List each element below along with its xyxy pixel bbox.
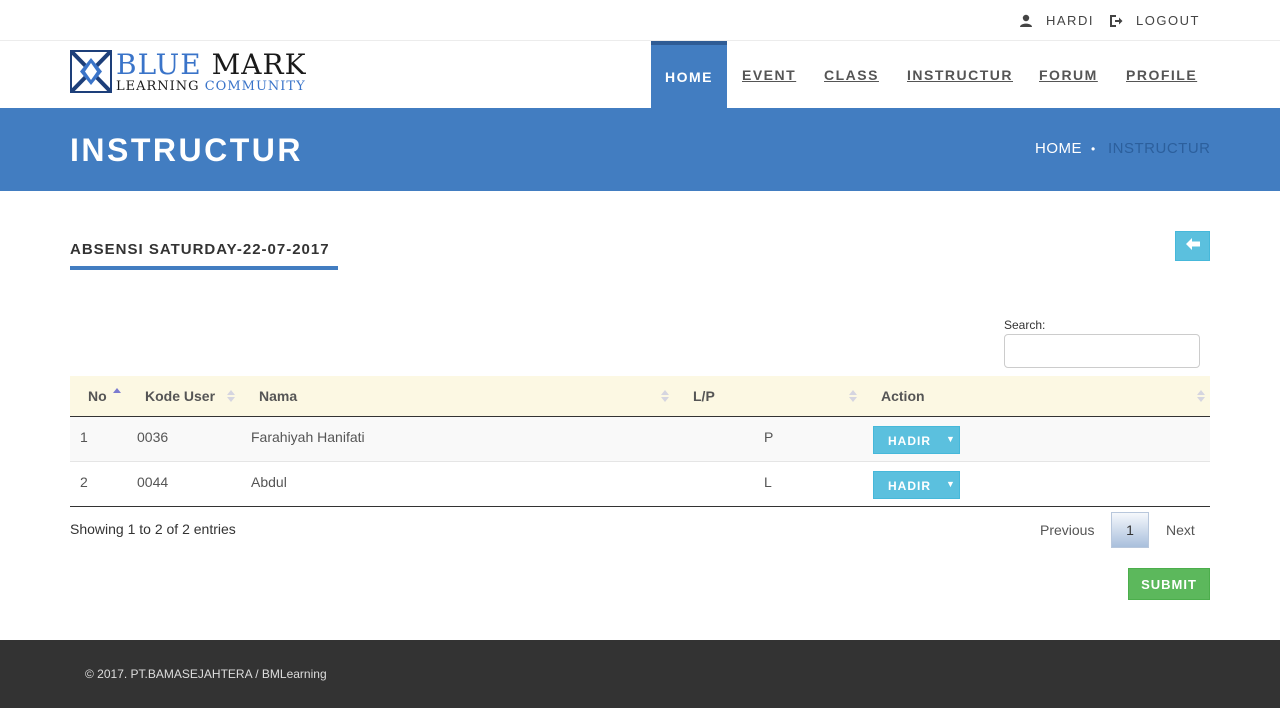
- site-header: BLUE MARK LEARNING COMMUNITY HOME EVENT …: [0, 41, 1280, 108]
- sort-asc-icon: [113, 388, 121, 402]
- table-row: 1 0036 Farahiyah Hanifati P HADIR ▼: [70, 417, 1210, 462]
- cell-lp: P: [764, 429, 774, 445]
- breadcrumb-current: INSTRUCTUR: [1108, 140, 1211, 157]
- cell-lp: L: [764, 474, 772, 490]
- search-input[interactable]: [1004, 334, 1200, 368]
- sort-icon: [849, 390, 857, 404]
- nav-profile[interactable]: PROFILE: [1126, 41, 1197, 108]
- breadcrumb-separator: •: [1091, 142, 1096, 156]
- table-info: Showing 1 to 2 of 2 entries: [70, 521, 236, 537]
- page-title-band: INSTRUCTUR HOME • INSTRUCTUR: [0, 108, 1280, 191]
- back-button[interactable]: [1175, 231, 1210, 261]
- section-title: ABSENSI SATURDAY-22-07-2017: [70, 241, 330, 258]
- table-row: 2 0044 Abdul L HADIR ▼: [70, 462, 1210, 507]
- cell-kode-user: 0036: [137, 429, 169, 445]
- logo-word-blue: BLUE: [116, 48, 202, 81]
- user-icon: [1019, 14, 1033, 28]
- cell-kode-user: 0044: [137, 474, 169, 490]
- top-bar: HARDI LOGOUT: [0, 0, 1280, 41]
- logo-word-learning: LEARNING: [116, 79, 200, 94]
- copyright-text: © 2017. PT.BAMASEJAHTERA / BMLearning: [85, 667, 327, 681]
- column-header-lp[interactable]: L/P: [693, 388, 715, 404]
- attendance-status-dropdown[interactable]: HADIR ▼: [873, 471, 960, 499]
- status-label: HADIR: [888, 434, 931, 448]
- column-header-nama[interactable]: Nama: [259, 388, 297, 404]
- logo-word-mark: MARK: [211, 48, 307, 81]
- nav-class[interactable]: CLASS: [824, 41, 879, 108]
- cell-nama: Farahiyah Hanifati: [251, 429, 365, 445]
- logout-link[interactable]: LOGOUT: [1109, 13, 1200, 28]
- user-label: HARDI: [1046, 13, 1094, 28]
- arrow-left-icon: [1185, 237, 1200, 255]
- cell-nama: Abdul: [251, 474, 287, 490]
- table-header: No Kode User Nama L/P Action: [70, 376, 1210, 417]
- sort-icon: [227, 390, 235, 404]
- logout-icon: [1109, 14, 1123, 28]
- search-label: Search:: [1004, 318, 1046, 332]
- sort-icon: [661, 390, 669, 404]
- section-underline: [70, 266, 338, 270]
- logo[interactable]: BLUE MARK LEARNING COMMUNITY: [70, 50, 310, 94]
- breadcrumb-home[interactable]: HOME: [1035, 140, 1082, 157]
- nav-forum[interactable]: FORUM: [1039, 41, 1098, 108]
- cell-no: 2: [80, 474, 88, 490]
- logo-word-community: COMMUNITY: [204, 79, 306, 94]
- nav-instructur[interactable]: INSTRUCTUR: [907, 41, 1013, 108]
- status-label: HADIR: [888, 479, 931, 493]
- sort-icon: [1197, 390, 1205, 404]
- column-header-action[interactable]: Action: [881, 388, 925, 404]
- logout-label: LOGOUT: [1136, 13, 1200, 28]
- page-title: INSTRUCTUR: [70, 132, 303, 168]
- site-footer: © 2017. PT.BAMASEJAHTERA / BMLearning: [0, 640, 1280, 708]
- cell-no: 1: [80, 429, 88, 445]
- pagination-previous[interactable]: Previous: [1040, 522, 1094, 538]
- submit-button[interactable]: SUBMIT: [1128, 568, 1210, 600]
- nav-home[interactable]: HOME: [651, 41, 727, 108]
- column-header-kode-user[interactable]: Kode User: [145, 388, 215, 404]
- attendance-status-dropdown[interactable]: HADIR ▼: [873, 426, 960, 454]
- logo-text-top: BLUE MARK: [116, 50, 306, 80]
- logo-text-bottom: LEARNING COMMUNITY: [116, 80, 306, 94]
- column-header-no[interactable]: No: [88, 388, 107, 404]
- nav-event[interactable]: EVENT: [742, 41, 796, 108]
- pagination-next[interactable]: Next: [1166, 522, 1195, 538]
- caret-down-icon: ▼: [946, 479, 956, 489]
- pagination-page-1[interactable]: 1: [1111, 512, 1149, 548]
- user-link[interactable]: HARDI: [1019, 13, 1094, 28]
- caret-down-icon: ▼: [946, 434, 956, 444]
- logo-mark: [70, 50, 112, 93]
